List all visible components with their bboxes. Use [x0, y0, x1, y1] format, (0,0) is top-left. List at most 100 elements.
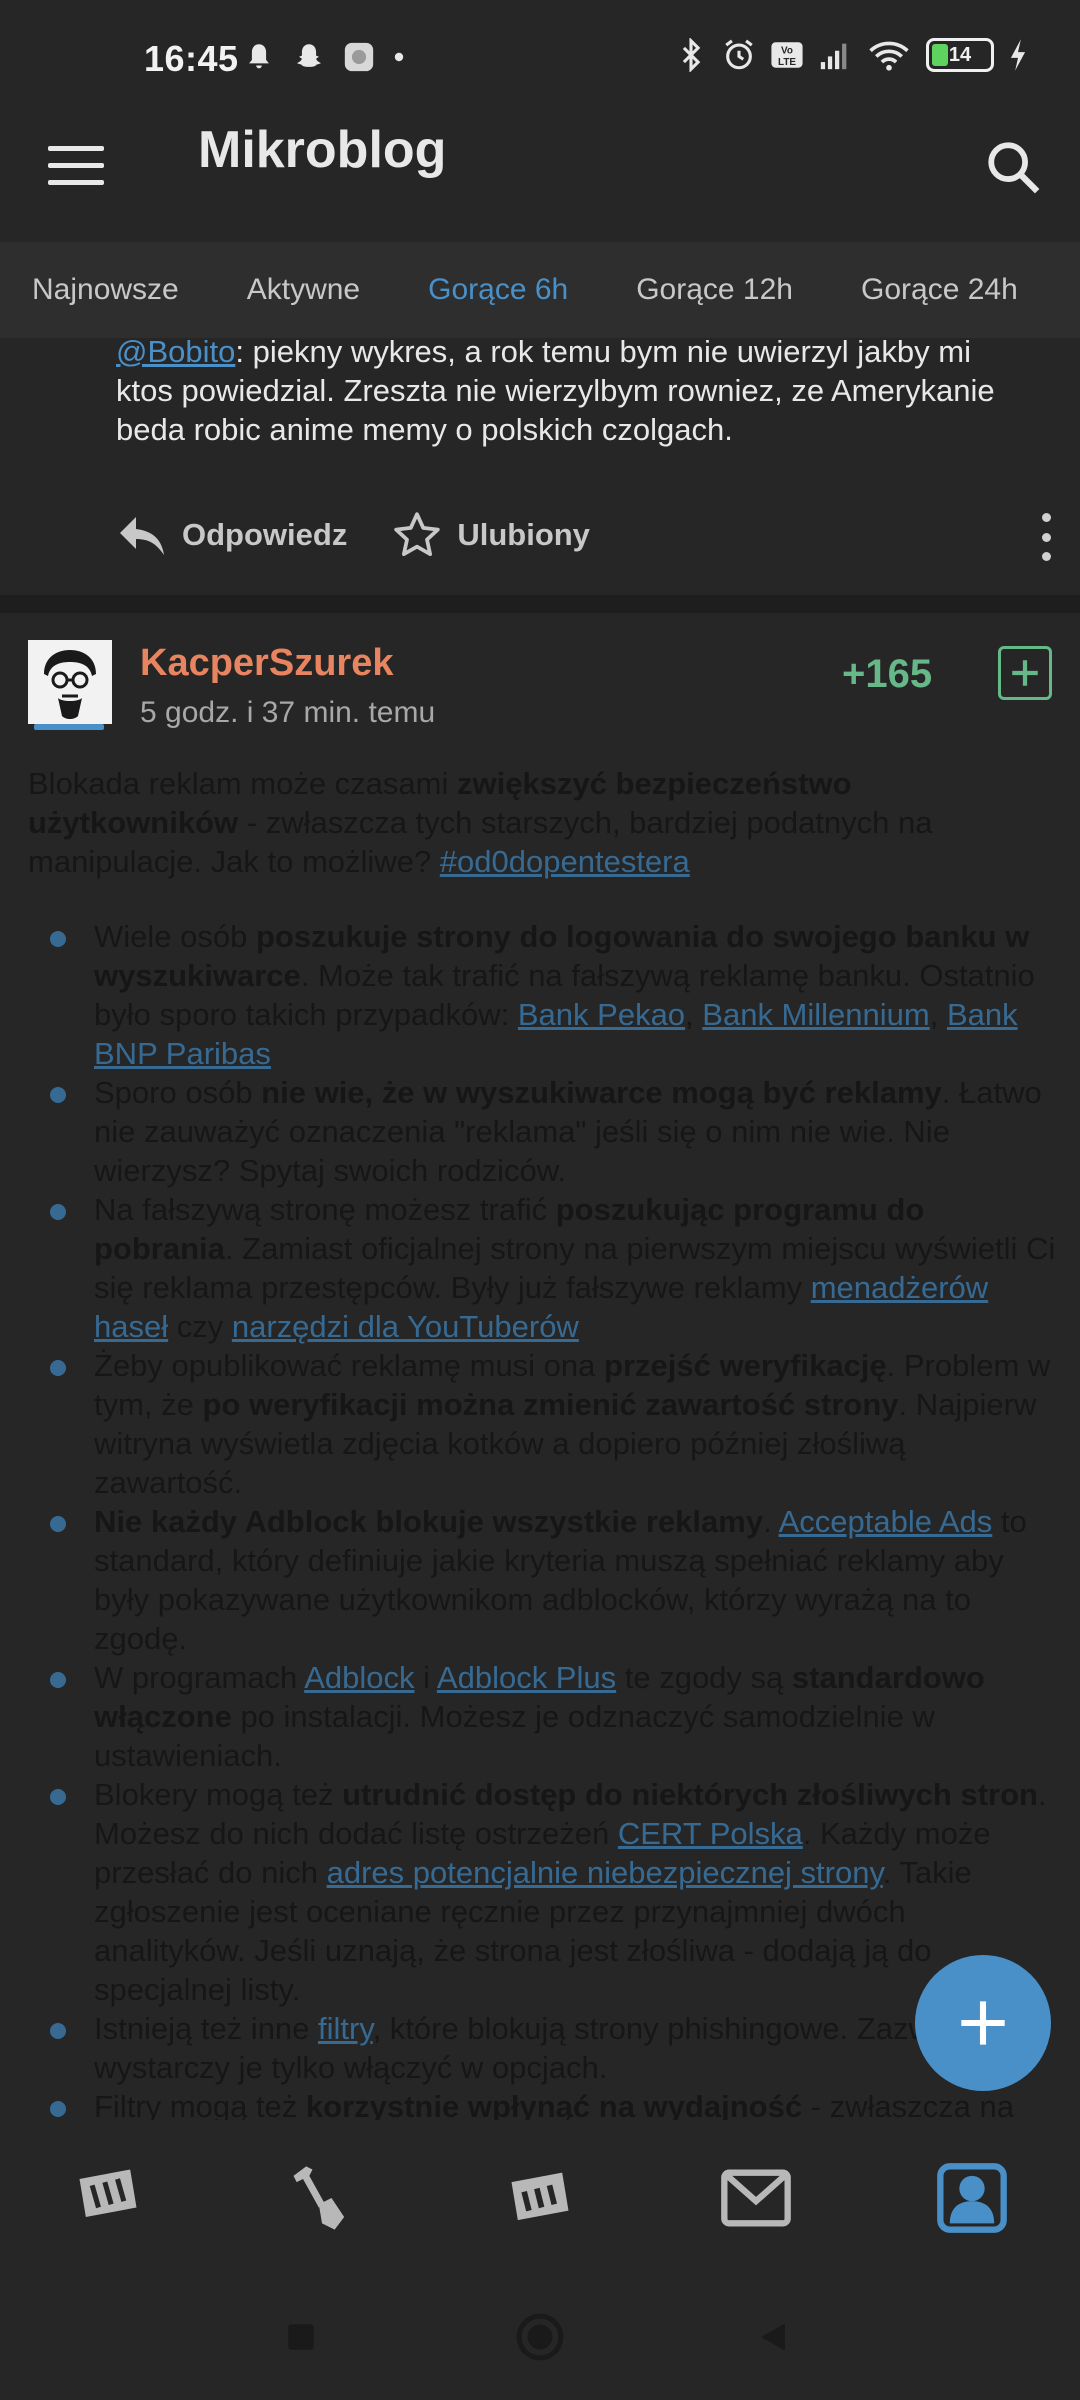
list-item: Blokery mogą też utrudnić dostęp do niek…	[28, 1775, 1058, 2009]
post-body: Blokada reklam może czasami zwiększyć be…	[28, 764, 1058, 2120]
text-span: .	[763, 1504, 779, 1539]
link-acceptable-ads[interactable]: Acceptable Ads	[779, 1504, 993, 1539]
favorite-button[interactable]: Ulubiony	[391, 510, 590, 560]
alarm-icon	[725, 39, 753, 70]
text-span: Sporo osób	[94, 1075, 262, 1110]
text-span: i	[414, 1660, 437, 1695]
link-filters[interactable]: filtry	[318, 2011, 373, 2046]
text-span: ,	[929, 997, 947, 1032]
tab-najnowsze[interactable]: Najnowsze	[0, 273, 213, 307]
list-item: Sporo osób nie wie, że w wyszukiwarce mo…	[28, 1073, 1058, 1190]
tab-gorace-24h[interactable]: Gorące 24h	[827, 273, 1052, 307]
comment-body: : piekny wykres, a rok temu bym nie uwie…	[116, 334, 995, 447]
list-item: Istnieją też inne filtry, które blokują …	[28, 2009, 1058, 2087]
svg-text:Vo: Vo	[781, 46, 793, 57]
hashtag-link[interactable]: #od0dopentestera	[440, 844, 690, 879]
text-span: Żeby opublikować reklamę musi ona	[94, 1348, 605, 1383]
text-span: Na fałszywą stronę możesz trafić	[94, 1192, 556, 1227]
status-bar: 16:45 Vo LTE 14	[0, 0, 1080, 120]
post-author[interactable]: KacperSzurek	[140, 642, 393, 685]
post-timestamp: 5 godz. i 37 min. temu	[140, 696, 436, 729]
hamburger-menu-icon[interactable]	[48, 146, 104, 190]
text-span: te zgody są	[616, 1660, 792, 1695]
svg-text:LTE: LTE	[778, 57, 796, 68]
text-span: czy	[168, 1309, 232, 1344]
text-span: Blokery mogą też	[94, 1777, 343, 1812]
tab-bar: Najnowsze Aktywne Gorące 6h Gorące 12h G…	[0, 242, 1080, 338]
profile-icon[interactable]	[934, 2160, 1010, 2236]
text-span: Istnieją też inne	[94, 2011, 319, 2046]
list-item: W programach Adblock i Adblock Plus te z…	[28, 1658, 1058, 1775]
messages-icon[interactable]	[718, 2160, 794, 2236]
tab-aktywne[interactable]: Aktywne	[213, 273, 394, 307]
link-report-site[interactable]: adres potencjalnie niebezpiecznej strony	[327, 1855, 883, 1890]
system-navigation-bar	[0, 2270, 1080, 2400]
user-mention-link[interactable]: @Bobito	[116, 334, 235, 369]
text-span: ,	[685, 997, 703, 1032]
section-divider	[0, 595, 1080, 613]
app-icon	[344, 42, 374, 72]
wifi-icon	[869, 41, 909, 71]
reply-button[interactable]: Odpowiedz	[116, 513, 347, 557]
bullet-list: Wiele osób poszukuje strony do logowania…	[28, 917, 1058, 2120]
link-cert-polska[interactable]: CERT Polska	[618, 1816, 803, 1851]
text-span: Wiele osób	[94, 919, 256, 954]
reply-icon	[120, 517, 164, 555]
link-adblock[interactable]: Adblock	[304, 1660, 414, 1695]
dot-icon	[394, 52, 404, 62]
link-bank-pekao[interactable]: Bank Pekao	[518, 997, 685, 1032]
bold-span: korzystnie wpłynąć na wydajność	[305, 2089, 803, 2120]
list-item: Na fałszywą stronę możesz trafić poszuku…	[28, 1190, 1058, 1346]
new-post-button[interactable]	[915, 1955, 1051, 2091]
battery-icon: 14	[926, 38, 994, 72]
home-icon[interactable]	[515, 2312, 565, 2362]
link-youtuber-tools[interactable]: narzędzi dla YouTuberów	[232, 1309, 579, 1344]
vote-count: +165	[842, 652, 933, 696]
upvote-button[interactable]	[998, 646, 1052, 700]
wykop-home-icon[interactable]	[70, 2160, 146, 2236]
bold-span: przejść weryfikację	[604, 1348, 887, 1383]
comment-text: @Bobito: piekny wykres, a rok temu bym n…	[116, 332, 1016, 449]
dig-shovel-icon[interactable]	[284, 2160, 360, 2236]
bold-span: Nie każdy Adblock blokuje wszystkie rekl…	[94, 1504, 764, 1539]
avatar-image	[28, 640, 112, 724]
avatar-gender-bar	[34, 724, 104, 730]
avatar[interactable]	[28, 640, 112, 724]
text-span: Blokada reklam może czasami	[28, 766, 457, 801]
back-icon[interactable]	[755, 2318, 791, 2356]
star-icon	[394, 512, 441, 557]
bold-span: utrudnić dostęp do niektórych złośliwych…	[342, 1777, 1038, 1812]
bell-icon	[249, 44, 269, 69]
post-content-area: Blokada reklam może czasami zwiększyć be…	[0, 764, 1080, 2120]
volte-icon: VoLTE	[771, 42, 803, 68]
reply-label: Odpowiedz	[182, 517, 348, 552]
plus-icon	[961, 2001, 1005, 2045]
app-title: Mikroblog	[198, 121, 447, 179]
plus-icon	[1012, 660, 1038, 686]
more-options-icon[interactable]	[1036, 513, 1056, 561]
favorite-label: Ulubiony	[457, 517, 590, 552]
text-span: Filtry mogą też	[94, 2089, 306, 2120]
tab-gorace-6h[interactable]: Gorące 6h	[394, 273, 602, 307]
bold-span: nie wie, że w wyszukiwarce mogą być rekl…	[261, 1075, 942, 1110]
recents-icon[interactable]	[284, 2320, 318, 2354]
mikroblog-icon[interactable]	[502, 2160, 578, 2236]
list-item: Żeby opublikować reklamę musi ona przejś…	[28, 1346, 1058, 1502]
text-span: W programach	[94, 1660, 305, 1695]
snapchat-icon	[296, 44, 322, 67]
list-item: Wiele osób poszukuje strony do logowania…	[28, 917, 1058, 1073]
list-item: Nie każdy Adblock blokuje wszystkie rekl…	[28, 1502, 1058, 1658]
link-bank-millennium[interactable]: Bank Millennium	[702, 997, 929, 1032]
battery-level: 14	[948, 43, 972, 66]
charging-icon	[1010, 39, 1026, 71]
text-span: - zwłaszcza na	[802, 2089, 1014, 2120]
bold-span: po weryfikacji można zmienić zawartość s…	[202, 1387, 899, 1422]
tab-gorace-12h[interactable]: Gorące 12h	[602, 273, 827, 307]
comment-actions: Odpowiedz Ulubiony	[116, 505, 1056, 565]
status-time: 16:45	[144, 38, 239, 79]
app-bar	[0, 120, 1080, 240]
search-icon[interactable]	[984, 138, 1042, 196]
bluetooth-icon	[682, 38, 701, 72]
post-intro: Blokada reklam może czasami zwiększyć be…	[28, 764, 1058, 881]
link-adblock-plus[interactable]: Adblock Plus	[437, 1660, 616, 1695]
